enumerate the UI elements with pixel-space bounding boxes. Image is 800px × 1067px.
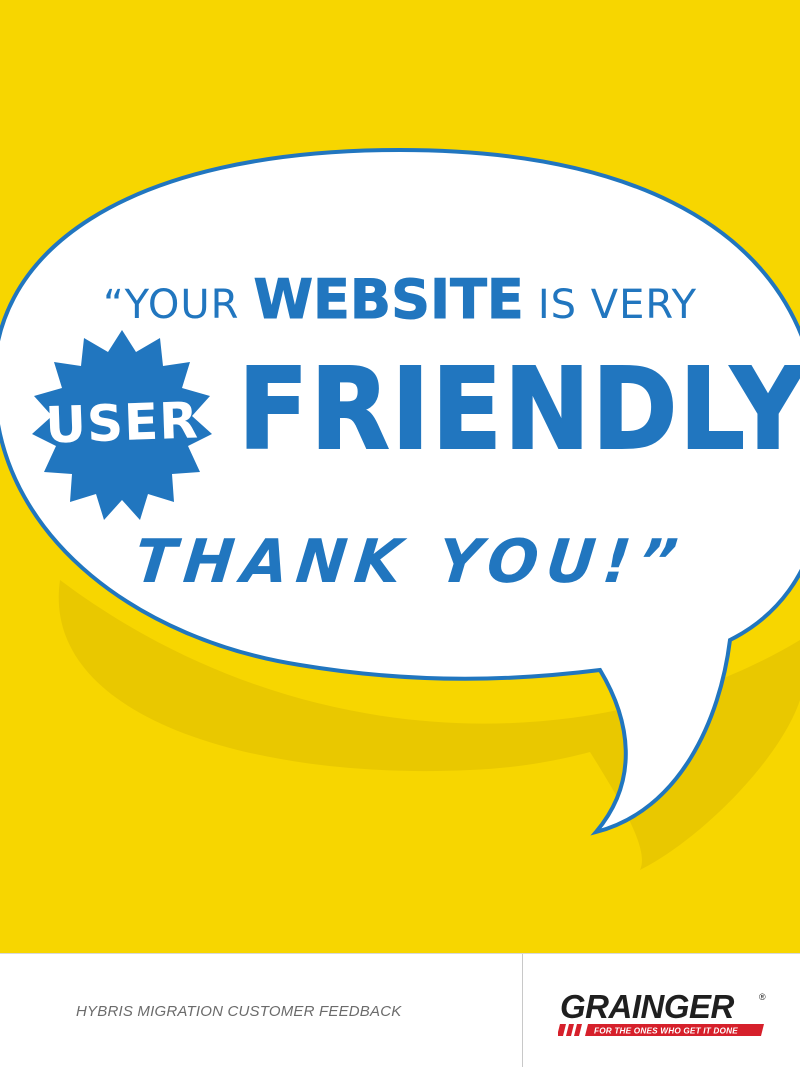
quote-emphasis-text: WEBSITE <box>253 268 524 332</box>
logo-tagline: FOR THE ONES WHO GET IT DONE <box>594 1027 738 1036</box>
logo-stripes-icon <box>558 1024 582 1036</box>
quote-line-one: “YOUR WEBSITE IS VERY <box>0 268 800 332</box>
poster-page: “YOUR WEBSITE IS VERY USER FRIENDLY THANK … <box>0 0 800 1067</box>
quote-open-text: “YOUR <box>102 282 240 328</box>
quote-middle-text: IS VERY <box>537 282 698 328</box>
grainger-logo: GRAINGER ® FOR THE ONES WHO GET IT DONE <box>558 988 766 1036</box>
footer-caption: HYBRIS MIGRATION CUSTOMER FEEDBACK <box>76 1003 402 1020</box>
headline-text: FRIENDLY <box>237 344 800 476</box>
logo-registered-mark: ® <box>759 992 766 1002</box>
closing-text: THANK YOU!” <box>131 527 689 597</box>
footer-bar: HYBRIS MIGRATION CUSTOMER FEEDBACK GRAIN… <box>0 953 800 1067</box>
logo-wordmark: GRAINGER <box>560 988 735 1025</box>
badge-label: USER <box>44 391 200 455</box>
footer-divider <box>522 954 523 1067</box>
poster-artwork: “YOUR WEBSITE IS VERY USER FRIENDLY THANK … <box>0 0 800 953</box>
